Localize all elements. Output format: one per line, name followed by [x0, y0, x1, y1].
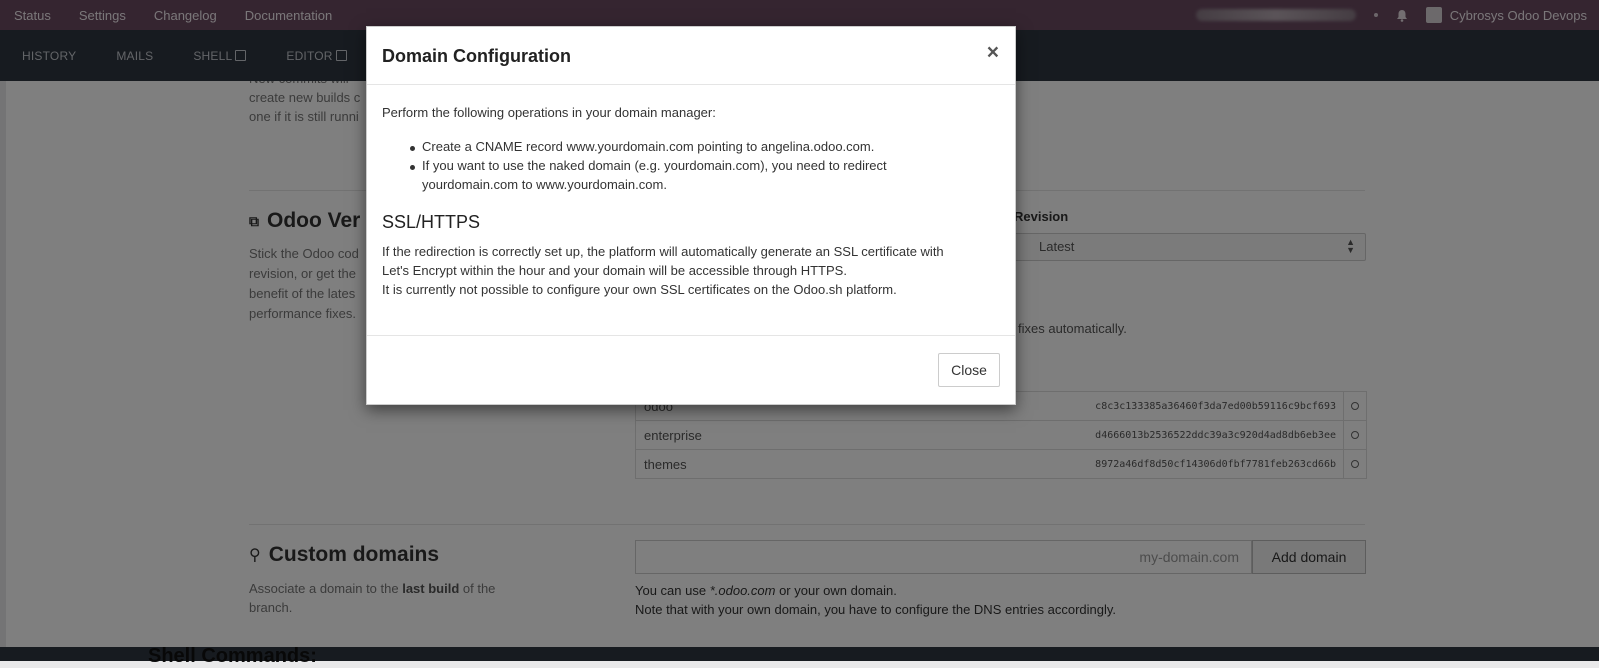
ssl-title: SSL/HTTPS [382, 212, 481, 232]
bullet-2-line-1: If you want to use the naked domain (e.g… [422, 158, 887, 173]
domain-configuration-modal: Domain Configuration × Perform the follo… [366, 26, 1016, 405]
modal-header: Domain Configuration × [367, 27, 1015, 85]
close-icon[interactable]: × [987, 42, 999, 64]
modal-intro: Perform the following operations in your… [382, 105, 716, 120]
modal-title: Domain Configuration [382, 46, 571, 66]
ssl-line-3: It is currently not possible to configur… [382, 282, 897, 297]
modal-footer: Close [367, 336, 1015, 402]
bullet-icon [410, 146, 415, 151]
ssl-line-1: If the redirection is correctly set up, … [382, 244, 944, 259]
bullet-1: Create a CNAME record www.yourdomain.com… [422, 139, 875, 154]
bullet-icon [410, 165, 415, 170]
close-button[interactable]: Close [938, 353, 1000, 387]
modal-body: Perform the following operations in your… [367, 85, 1015, 336]
ssl-line-2: Let's Encrypt within the hour and your d… [382, 263, 847, 278]
bullet-2-line-2: yourdomain.com to www.yourdomain.com. [422, 177, 667, 192]
